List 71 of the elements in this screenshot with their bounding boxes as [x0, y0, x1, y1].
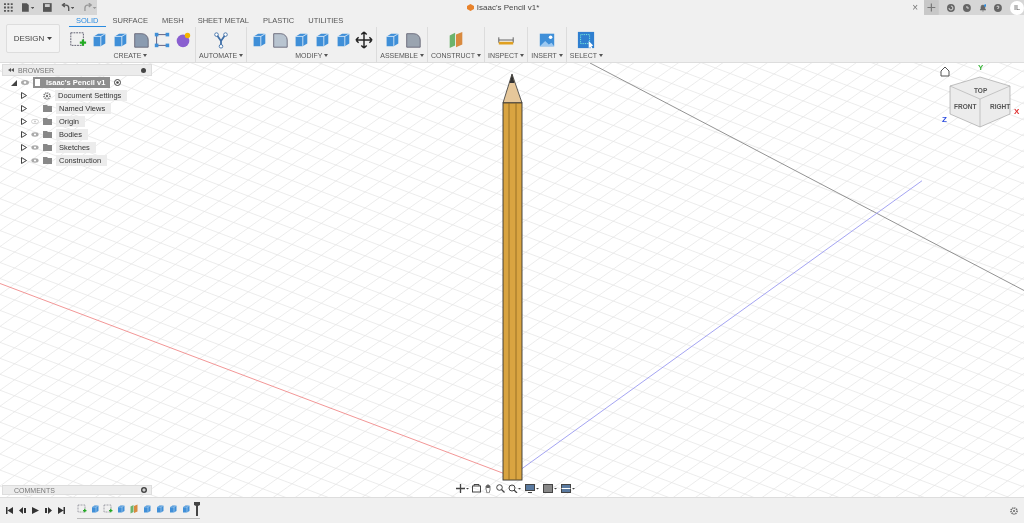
axis-label: Y: [978, 63, 984, 72]
collapsed-arrow-icon[interactable]: [21, 118, 27, 125]
caret-icon: [324, 54, 329, 57]
plane-icon[interactable]: [129, 504, 139, 514]
caret-icon: [239, 54, 244, 57]
caret-icon: [420, 54, 424, 57]
eye-icon[interactable]: [31, 158, 39, 163]
eye-icon[interactable]: [21, 80, 29, 85]
save-icon[interactable]: [43, 3, 52, 12]
sketch-icon[interactable]: [69, 31, 87, 49]
help-icon[interactable]: [994, 3, 1003, 12]
step-back-icon[interactable]: [19, 507, 26, 514]
new-tab-icon[interactable]: [924, 0, 939, 15]
sketch-icon[interactable]: [77, 504, 87, 514]
move-icon[interactable]: [355, 31, 374, 49]
settings-icon[interactable]: [1010, 506, 1018, 515]
file-icon[interactable]: [21, 3, 35, 12]
skip-start-icon[interactable]: [6, 507, 13, 514]
image-icon[interactable]: [538, 31, 557, 49]
document-title: Isaac's Pencil v1*: [476, 3, 540, 12]
eye-icon[interactable]: [31, 132, 39, 137]
collapsed-arrow-icon[interactable]: [21, 131, 27, 138]
caret-icon: [47, 37, 53, 40]
caret-icon: [143, 54, 148, 57]
clock-icon[interactable]: [962, 3, 971, 12]
close-tab-button[interactable]: ×: [912, 2, 918, 13]
fillet-icon[interactable]: [271, 31, 290, 49]
play-icon[interactable]: [32, 507, 39, 514]
step-forward-icon[interactable]: [45, 507, 52, 514]
collapsed-arrow-icon[interactable]: [21, 92, 27, 99]
select-icon[interactable]: [577, 31, 596, 49]
document-icon: [35, 79, 40, 86]
axis-label: Z: [942, 115, 947, 124]
gear-icon: [43, 91, 51, 100]
sketch-icon[interactable]: [103, 504, 113, 514]
collapsed-arrow-icon[interactable]: [21, 105, 27, 112]
zoom-icon[interactable]: [496, 484, 505, 493]
refresh-icon[interactable]: [946, 3, 955, 12]
add-icon[interactable]: [141, 487, 147, 493]
eye-icon[interactable]: [31, 145, 39, 150]
workspace-dropdown[interactable]: DESIGN: [6, 24, 60, 53]
box-icon[interactable]: [155, 504, 165, 514]
activate-icon[interactable]: [114, 79, 122, 86]
pencil-model[interactable]: [502, 73, 523, 481]
bell-icon[interactable]: [978, 3, 987, 12]
branch-icon[interactable]: [212, 31, 231, 49]
caret-icon: [558, 54, 563, 57]
look-at-icon[interactable]: [472, 484, 481, 493]
sphere-icon[interactable]: [174, 31, 192, 49]
timeline-marker-icon[interactable]: [194, 502, 200, 516]
caret-icon: [476, 54, 481, 57]
box-icon[interactable]: [90, 504, 100, 514]
display-icon[interactable]: [525, 484, 540, 493]
orbit-icon[interactable]: [456, 484, 469, 493]
zoom-window-icon[interactable]: [508, 484, 522, 493]
skip-end-icon[interactable]: [58, 507, 65, 514]
nodes-icon[interactable]: [153, 31, 171, 49]
collapsed-arrow-icon[interactable]: [21, 144, 27, 151]
grid-settings-icon[interactable]: [543, 484, 558, 493]
caret-icon: [599, 54, 604, 57]
axis-label: X: [1014, 107, 1020, 116]
cube-icon: [466, 4, 474, 11]
expanded-arrow-icon[interactable]: [11, 79, 17, 86]
caret-icon: [520, 54, 525, 57]
undo-icon[interactable]: [60, 3, 75, 12]
collapsed-arrow-icon[interactable]: [21, 157, 27, 164]
home-icon[interactable]: [940, 66, 950, 77]
apps-grid-icon[interactable]: [4, 3, 13, 12]
pin-icon[interactable]: [141, 67, 146, 73]
viewports-icon[interactable]: [561, 484, 576, 493]
collapse-icon[interactable]: [8, 68, 14, 72]
